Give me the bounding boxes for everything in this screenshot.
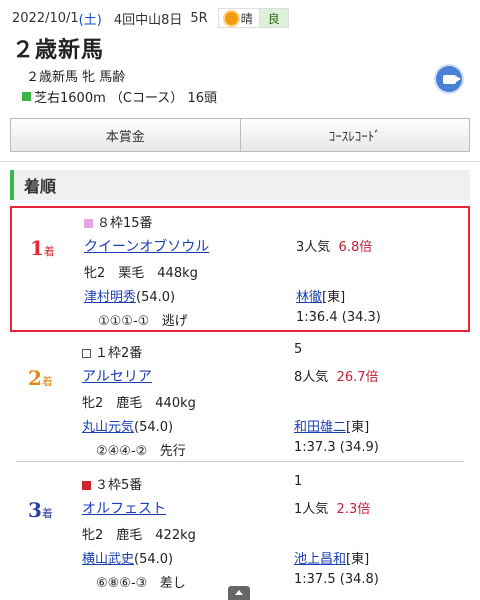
frame-color-box [82,349,91,358]
popularity-odds: 3人気 6.8倍 [296,240,373,255]
finish-time: 1:36.4 (34.3) [296,310,381,325]
horse-profile: 牝2 栗毛 448kg [84,266,198,281]
race-meeting: 4回中山8日 [113,12,183,28]
popularity-odds: 1人気 2.3倍 [294,502,371,517]
race-date: 2022/10/1 [12,10,79,26]
frame-info: ３枠5番 [82,474,142,493]
jockey-weight: (54.0) [134,552,174,567]
trainer-link[interactable]: 池上昌和 [294,552,346,567]
race-header: 2022/10/1 (土) 4回中山8日 5R 晴 良 ２歳新馬 ２歳新馬 牝 … [0,0,480,110]
jockey-weight: (54.0) [136,290,176,305]
popularity-odds: 8人気 26.7倍 [294,370,379,385]
passing-order: ⑥⑧⑥-③ 差し [96,576,186,591]
horse-name-link[interactable]: アルセリア [82,369,152,385]
passing-order: ①①①-① 逃げ [98,314,188,329]
turf-icon [22,92,31,101]
frame-info: ８枠15番 [84,212,153,231]
odds: 26.7倍 [336,370,379,385]
race-title: ２歳新馬 [12,38,105,63]
frame-info: １枠2番 [82,342,142,361]
frame-color-box [82,481,91,490]
section-title-results: 着順 [10,170,470,200]
horse-name-link[interactable]: クイーンオブソウル [84,239,209,255]
rank-label: 1着 [30,236,55,260]
course-record-button[interactable]: ｺｰｽﾚｺｰﾄﾞ [239,119,470,151]
result-entry-1: 1着 ８枠15番 クイーンオブソウル 3人気 6.8倍 牝2 栗毛 448kg … [10,206,470,332]
race-meta: 2022/10/1 (土) 4回中山8日 5R 晴 良 [12,8,468,28]
jockey-weight: (54.0) [134,420,174,435]
action-buttons: 本賞金 ｺｰｽﾚｺｰﾄﾞ [10,118,470,152]
result-entry-2: 2着 １枠2番 5 アルセリア 8人気 26.7倍 牝2 鹿毛 440kg 丸山… [10,338,470,462]
frame-color-box [84,219,93,228]
odds: 2.3倍 [336,502,371,517]
odds: 6.8倍 [338,240,373,255]
divider [16,461,464,462]
horse-profile: 牝2 鹿毛 440kg [82,396,196,411]
stable: [東] [346,552,370,567]
trainer-link[interactable]: 林徹 [296,290,322,305]
race-weekday: (土) [78,12,102,28]
weather-box: 晴 良 [217,8,289,28]
track-condition: 良 [258,9,288,27]
jockey-link[interactable]: 横山武史 [82,552,134,567]
race-number: 5R [190,10,208,26]
finish-time: 1:37.3 (34.9) [294,440,379,455]
prize-money-button[interactable]: 本賞金 [11,119,240,151]
jockey-link[interactable]: 津村明秀 [84,290,136,305]
sun-icon [224,11,238,25]
stable: [東] [322,290,346,305]
trainer-link[interactable]: 和田雄二 [294,420,346,435]
finish-time: 1:37.5 (34.8) [294,572,379,587]
result-entry-3: 3着 ３枠5番 1 オルフェスト 1人気 2.3倍 牝2 鹿毛 422kg 横山… [10,470,470,600]
rank-label: 2着 [28,366,53,390]
video-camera-icon[interactable] [436,66,462,92]
horse-profile: 牝2 鹿毛 422kg [82,528,196,543]
passing-order: ②④④-② 先行 [96,444,186,459]
extra-number: 1 [294,474,303,489]
weather-label: 晴 [240,11,253,26]
horse-name-link[interactable]: オルフェスト [82,501,166,517]
race-conditions: ２歳新馬 牝 馬齢 [26,70,126,85]
stable: [東] [346,420,370,435]
race-course: 芝右1600m （Cコース） 16頭 [22,87,468,106]
scroll-up-tab[interactable] [228,586,250,600]
jockey-link[interactable]: 丸山元気 [82,420,134,435]
rank-label: 3着 [28,498,53,522]
divider [0,161,480,162]
extra-number: 5 [294,342,303,357]
